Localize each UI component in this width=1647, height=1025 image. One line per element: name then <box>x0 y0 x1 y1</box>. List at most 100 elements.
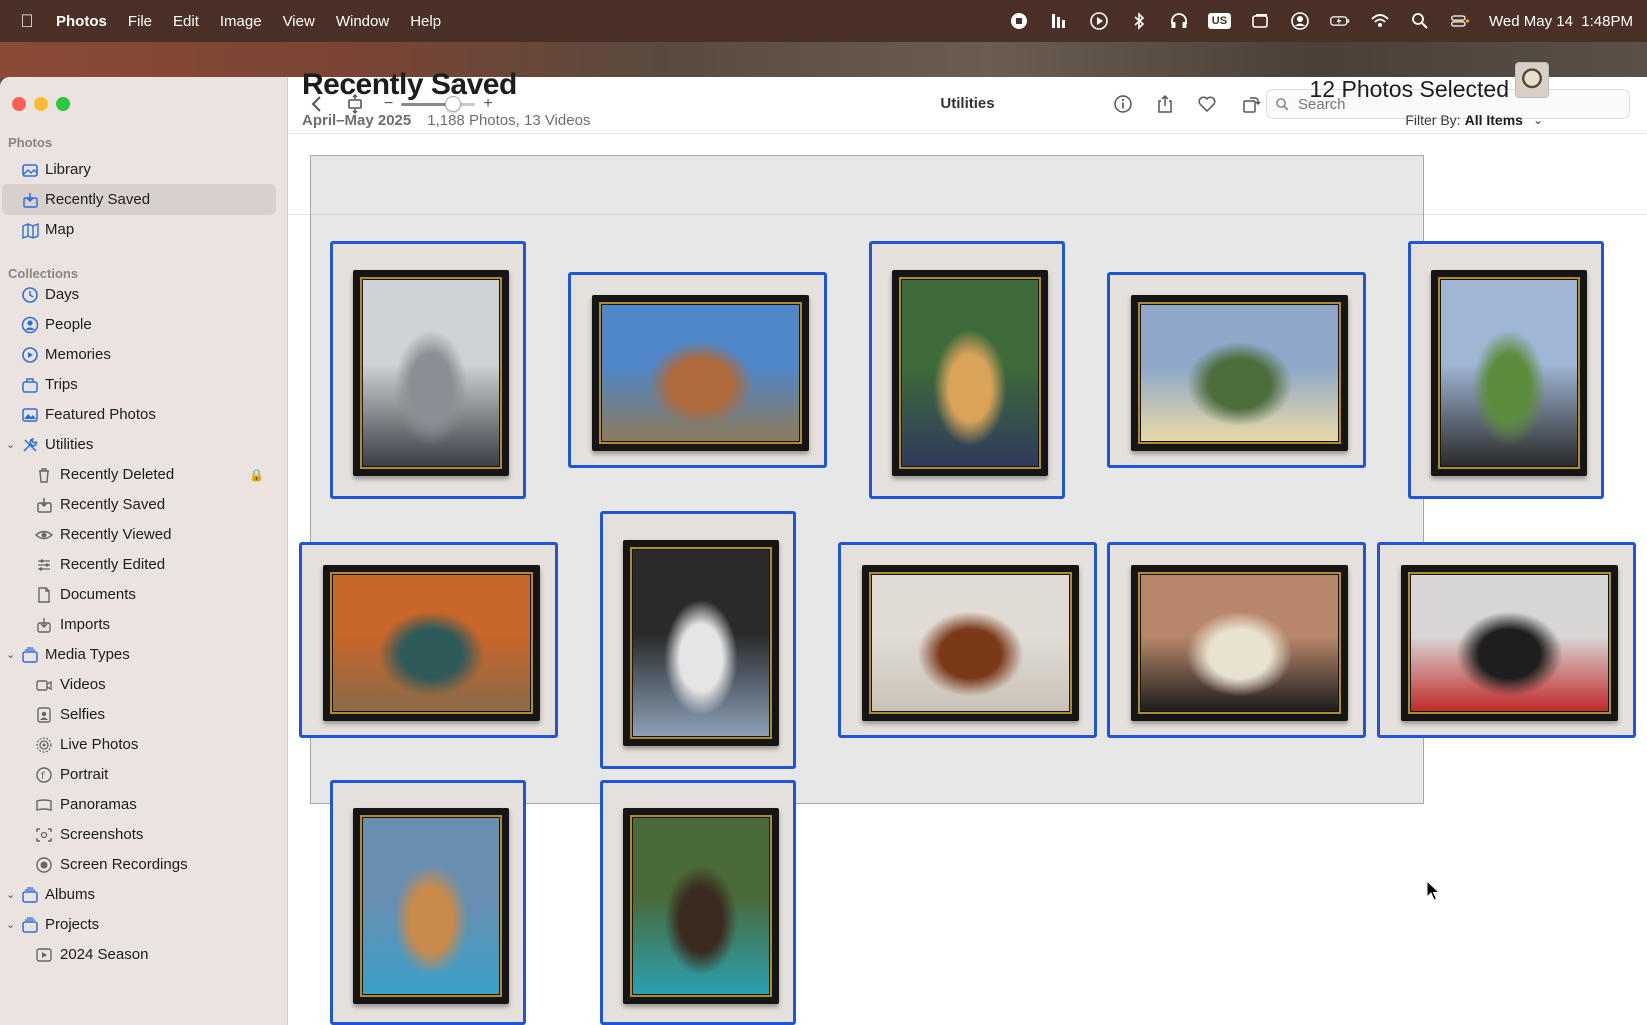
menu-clock[interactable]: Wed May 14 1:48PM <box>1489 13 1633 30</box>
disclosure-chevron-icon[interactable]: ⌄ <box>6 888 18 901</box>
sidebar-item-memories[interactable]: Memories <box>2 339 276 370</box>
sidebar-item-2024-season[interactable]: 2024 Season <box>2 939 276 970</box>
sidebar-item-selfies[interactable]: Selfies <box>2 699 276 730</box>
page-title: Recently Saved <box>302 68 517 101</box>
sidebar-item-portrait[interactable]: f Portrait <box>2 759 276 790</box>
photo-thumbnail[interactable] <box>330 780 526 1025</box>
photo-thumbnail[interactable] <box>600 780 796 1025</box>
bluetooth-icon[interactable] <box>1128 10 1150 32</box>
sidebar-item-videos[interactable]: Videos <box>2 669 276 700</box>
picture-frame <box>861 564 1080 722</box>
sidebar-item-documents[interactable]: Documents <box>2 579 276 610</box>
picture-frame <box>1400 564 1619 722</box>
photo-thumbnail[interactable] <box>869 241 1065 499</box>
filter-menu[interactable]: Filter By: All Items ⌄ <box>1405 112 1543 128</box>
sidebar-item-featured-photos[interactable]: Featured Photos <box>2 399 276 430</box>
sidebar-item-label: 2024 Season <box>60 946 149 963</box>
featured-photos-icon <box>20 405 40 425</box>
photo-thumbnail[interactable] <box>1107 542 1366 738</box>
sidebar-item-live-photos[interactable]: Live Photos <box>2 729 276 760</box>
sidebar-item-recently-saved[interactable]: Recently Saved <box>2 184 276 215</box>
picture-frame <box>891 269 1049 477</box>
photo-thumbnail[interactable] <box>299 542 558 738</box>
close-window-button[interactable] <box>12 97 26 111</box>
picture-frame <box>622 807 780 1004</box>
picture-frame <box>1130 564 1349 722</box>
chevron-down-icon[interactable]: ⌄ <box>1533 113 1543 127</box>
spotlight-search-icon[interactable] <box>1409 10 1431 32</box>
menu-help[interactable]: Help <box>410 13 441 30</box>
photo-thumbnail[interactable] <box>838 542 1097 738</box>
menu-view[interactable]: View <box>283 13 315 30</box>
sidebar-item-recently-deleted[interactable]: Recently Deleted 🔒 <box>2 459 276 490</box>
project-stack-icon <box>20 915 40 935</box>
photo-thumbnail[interactable] <box>1408 241 1604 499</box>
selection-thumbnail[interactable] <box>1515 62 1549 98</box>
picture-frame <box>1130 294 1349 452</box>
rotate-button[interactable] <box>1238 91 1264 117</box>
stage-manager-icon[interactable] <box>1249 10 1271 32</box>
zoom-track[interactable] <box>401 95 476 112</box>
sidebar-item-label: Recently Edited <box>60 556 166 573</box>
sidebar-item-label: Projects <box>45 916 100 933</box>
disclosure-chevron-icon[interactable]: ⌄ <box>6 648 18 661</box>
panorama-icon <box>34 795 54 815</box>
sidebar-item-albums[interactable]: ⌄ Albums <box>2 879 276 910</box>
control-center-icon[interactable] <box>1449 10 1471 32</box>
sidebar-item-people[interactable]: People <box>2 309 276 340</box>
sidebar-item-utilities[interactable]: ⌄ Utilities <box>2 429 276 460</box>
sidebar-item-screenshots[interactable]: Screenshots <box>2 819 276 850</box>
zoom-window-button[interactable] <box>56 97 70 111</box>
minimize-window-button[interactable] <box>34 97 48 111</box>
sidebar-item-imports[interactable]: Imports <box>2 609 276 640</box>
battery-charging-icon[interactable] <box>1329 10 1351 32</box>
person-circle-icon <box>20 315 40 335</box>
frame-border <box>868 571 1073 715</box>
sidebar-item-trips[interactable]: Trips <box>2 369 276 400</box>
menu-window[interactable]: Window <box>336 13 389 30</box>
sidebar-item-projects[interactable]: ⌄ Projects <box>2 909 276 940</box>
wifi-icon[interactable] <box>1369 10 1391 32</box>
play-circle-icon[interactable] <box>1088 10 1110 32</box>
sidebar-item-label: Recently Deleted <box>60 466 175 483</box>
apple-menu-icon[interactable]:  <box>16 11 38 32</box>
record-stop-icon[interactable] <box>1008 10 1030 32</box>
menu-file[interactable]: File <box>128 13 152 30</box>
sidebar-item-recently-edited[interactable]: Recently Edited <box>2 549 276 580</box>
photo-thumbnail[interactable] <box>568 272 827 468</box>
disclosure-chevron-icon[interactable]: ⌄ <box>6 438 18 451</box>
photo-thumbnail[interactable] <box>1107 272 1366 468</box>
menu-app-photos[interactable]: Photos <box>56 13 107 30</box>
frame-border <box>329 571 534 715</box>
favorite-button[interactable] <box>1194 91 1220 117</box>
mouse-cursor-icon <box>1426 880 1441 901</box>
disclosure-chevron-icon[interactable]: ⌄ <box>6 918 18 931</box>
sidebar-item-recently-saved[interactable]: Recently Saved <box>2 489 276 520</box>
menu-image[interactable]: Image <box>220 13 262 30</box>
sidebar-item-screen-recordings[interactable]: Screen Recordings <box>2 849 276 880</box>
audio-levels-icon[interactable] <box>1048 10 1070 32</box>
filter-value[interactable]: All Items <box>1465 112 1523 128</box>
sidebar-item-media-types[interactable]: ⌄ Media Types <box>2 639 276 670</box>
menu-edit[interactable]: Edit <box>173 13 199 30</box>
sidebar-item-recently-viewed[interactable]: Recently Viewed <box>2 519 276 550</box>
keyboard-input-badge[interactable]: US <box>1207 13 1232 29</box>
sidebar-item-panoramas[interactable]: Panoramas <box>2 789 276 820</box>
headphones-icon[interactable] <box>1168 10 1190 32</box>
photo-library-icon <box>20 160 40 180</box>
eye-icon <box>34 525 54 545</box>
photo-thumbnail[interactable] <box>330 241 526 499</box>
sidebar-item-label: Panoramas <box>60 796 137 813</box>
toolbar-title: Utilities <box>940 95 995 112</box>
sidebar-item-label: Trips <box>45 376 78 393</box>
info-button[interactable] <box>1110 91 1136 117</box>
frame-border <box>1137 301 1342 445</box>
user-account-icon[interactable] <box>1289 10 1311 32</box>
photo-thumbnail[interactable] <box>1377 542 1636 738</box>
sidebar-item-map[interactable]: Map <box>2 214 276 245</box>
frame-border <box>359 814 503 997</box>
sidebar-item-library[interactable]: Library <box>2 154 276 185</box>
photo-thumbnail[interactable] <box>600 511 796 769</box>
sidebar-item-days[interactable]: Days <box>2 279 276 310</box>
share-button[interactable] <box>1152 91 1178 117</box>
